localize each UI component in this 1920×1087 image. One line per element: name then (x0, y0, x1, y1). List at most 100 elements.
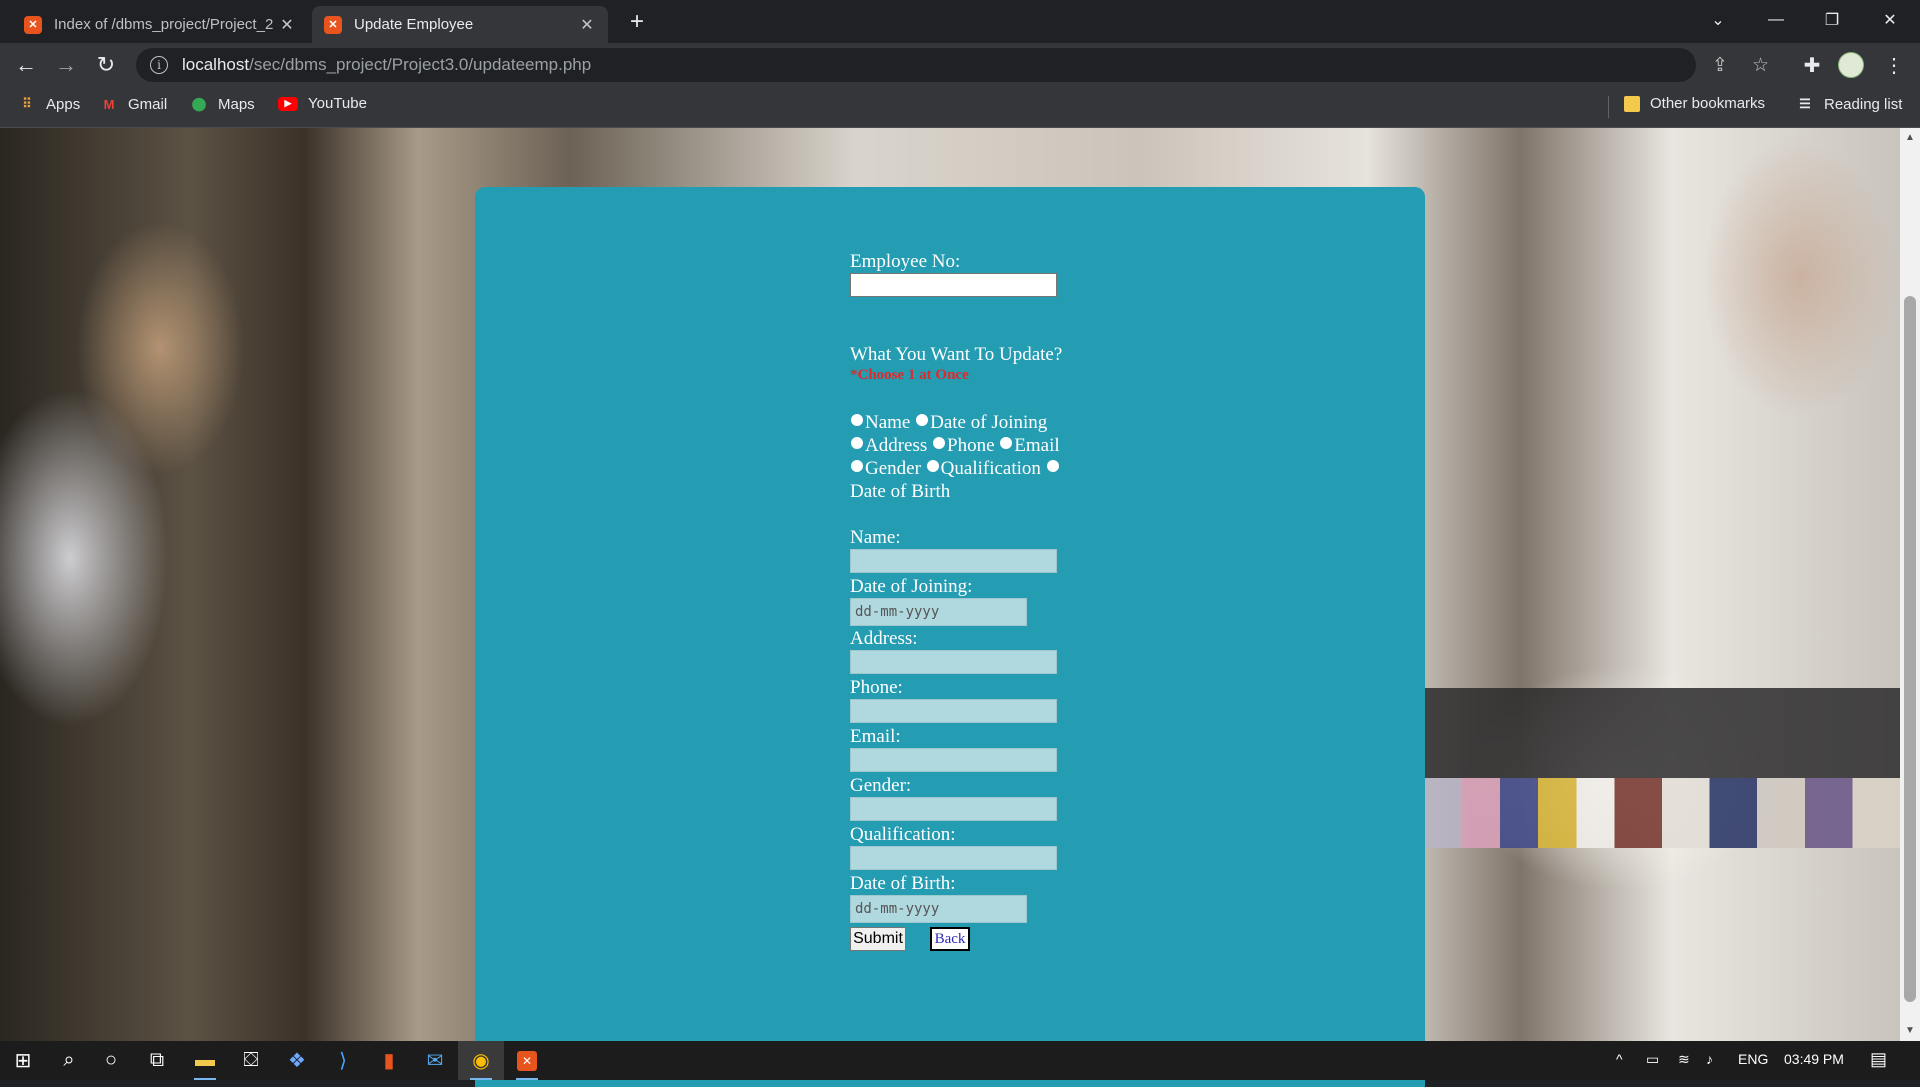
bookmark-label: Gmail (128, 95, 168, 113)
option-label: Gender (865, 458, 921, 479)
maps-icon: ⬤ (191, 96, 207, 111)
bookmark-star-icon[interactable]: ☆ (1752, 54, 1769, 77)
radio-phone[interactable] (933, 437, 946, 449)
office-icon[interactable]: ▮ (366, 1041, 412, 1080)
search-icon[interactable]: ⌕ (46, 1041, 92, 1080)
tray-overflow-icon[interactable]: ^ (1616, 1051, 1623, 1067)
tab-title: Update Employee (354, 16, 474, 33)
name-label: Name: (850, 527, 901, 548)
option-label: Date of Birth (850, 481, 951, 502)
close-tab-icon[interactable]: ✕ (278, 15, 296, 35)
radio-qualification[interactable] (926, 460, 939, 472)
menu-kebab-icon[interactable]: ⋮ (1880, 51, 1908, 79)
dropbox-icon[interactable]: ❖ (274, 1041, 320, 1080)
vscode-icon[interactable]: ⟩ (320, 1041, 366, 1080)
cortana-icon[interactable]: ○ (88, 1041, 134, 1080)
option-label: Date of Joining (930, 412, 1048, 433)
tab-index-project[interactable]: ✕ Index of /dbms_project/Project_2 ✕ (12, 6, 308, 43)
option-label: Phone (947, 435, 995, 456)
profile-avatar[interactable] (1838, 52, 1864, 78)
site-info-icon[interactable]: i (150, 56, 168, 74)
date-of-birth-input[interactable]: dd-mm-yyyy (850, 895, 1027, 923)
page-scrollbar[interactable]: ▲ ▼ (1900, 128, 1920, 1041)
address-input[interactable] (850, 650, 1057, 674)
mail-icon[interactable]: ✉ (412, 1041, 458, 1080)
scroll-down-arrow-icon[interactable]: ▼ (1905, 1025, 1915, 1036)
bookmark-label: YouTube (308, 95, 367, 112)
employee-no-label: Employee No: (850, 251, 961, 272)
volume-icon[interactable]: ♪ (1706, 1051, 1713, 1067)
back-arrow-icon[interactable]: ← (12, 51, 40, 79)
language-indicator[interactable]: ENG (1738, 1051, 1768, 1067)
extensions-puzzle-icon[interactable]: ✚ (1798, 51, 1826, 79)
address-label: Address: (850, 628, 918, 649)
option-label: Qualification (940, 458, 1041, 479)
bookmark-label: Reading list (1824, 95, 1903, 113)
submit-button[interactable]: Submit (850, 927, 906, 951)
update-question: What You Want To Update? (850, 344, 1063, 365)
radio-date-of-birth[interactable] (1046, 460, 1059, 472)
minimize-button[interactable]: — (1748, 0, 1804, 40)
bookmarks-bar: ⠿ Apps M Gmail ⬤ Maps ▶ YouTube Other bo… (0, 86, 1920, 128)
gmail-icon: M (103, 96, 115, 112)
windows-start-icon[interactable]: ⊞ (0, 1041, 46, 1080)
tab-title: Index of /dbms_project/Project_2 (54, 16, 274, 33)
radio-gender[interactable] (851, 460, 863, 472)
date-of-joining-input[interactable]: dd-mm-yyyy (850, 598, 1027, 626)
tab-strip: ✕ Index of /dbms_project/Project_2 ✕ ✕ U… (0, 0, 1920, 43)
background-books (1424, 778, 1900, 848)
back-button[interactable]: Back (930, 927, 970, 951)
task-view-icon[interactable]: ⧉ (134, 1041, 180, 1080)
url-text[interactable]: localhost/sec/dbms_project/Project3.0/up… (182, 55, 591, 75)
apps-grid-icon: ⠿ (22, 96, 32, 111)
wifi-icon[interactable]: ≋ (1678, 1051, 1690, 1068)
reading-list-icon: ☰ (1799, 96, 1811, 111)
gender-input[interactable] (850, 797, 1057, 821)
restore-button[interactable]: ❐ (1804, 0, 1860, 40)
radio-email[interactable] (1000, 437, 1013, 449)
employee-no-input[interactable] (850, 273, 1057, 297)
qualification-label: Qualification: (850, 824, 956, 845)
background-desk (1424, 688, 1900, 778)
xampp-icon: ✕ (324, 15, 342, 34)
tab-search-icon[interactable]: ⌄ (1690, 0, 1746, 40)
close-tab-icon[interactable]: ✕ (578, 15, 596, 35)
youtube-icon: ▶ (278, 96, 298, 111)
browser-toolbar: ← → ↻ i localhost/sec/dbms_project/Proje… (0, 43, 1920, 86)
bookmark-apps[interactable]: ⠿ Apps (18, 95, 80, 113)
windows-taskbar: ⊞ ⌕ ○ ⧉ ▬ ⛋ ❖ ⟩ ▮ ✉ ◉ ✕ ^ ▭ ≋ ♪ ENG 03:4… (0, 1041, 1920, 1080)
forward-arrow-icon[interactable]: → (52, 51, 80, 79)
radio-date-of-joining[interactable] (916, 414, 929, 426)
radio-address[interactable] (851, 437, 863, 449)
store-icon[interactable]: ⛋ (228, 1041, 274, 1080)
address-bar[interactable]: i localhost/sec/dbms_project/Project3.0/… (136, 48, 1769, 82)
choose-one-warning: *Choose 1 at Once (850, 367, 969, 383)
bookmark-label: Other bookmarks (1650, 95, 1766, 112)
phone-input[interactable] (850, 699, 1057, 723)
clock[interactable]: 03:49 PM (1784, 1051, 1844, 1067)
email-input[interactable] (850, 748, 1057, 772)
scroll-up-arrow-icon[interactable]: ▲ (1905, 132, 1915, 143)
bookmark-gmail[interactable]: M Gmail (100, 95, 168, 113)
battery-icon[interactable]: ▭ (1646, 1051, 1659, 1068)
new-tab-button[interactable]: + (622, 8, 652, 36)
gender-label: Gender: (850, 775, 912, 796)
xampp-taskbar-icon[interactable]: ✕ (504, 1041, 550, 1080)
reload-icon[interactable]: ↻ (92, 51, 120, 79)
qualification-input[interactable] (850, 846, 1057, 870)
close-window-button[interactable]: ✕ (1862, 0, 1918, 40)
bookmark-youtube[interactable]: ▶ YouTube (278, 95, 367, 112)
update-options: Name Date of Joining Address Phone Email… (850, 411, 1065, 503)
other-bookmarks[interactable]: Other bookmarks (1624, 95, 1765, 112)
reading-list[interactable]: ☰ Reading list (1796, 95, 1902, 113)
notifications-icon[interactable]: ▤ (1870, 1049, 1887, 1070)
file-explorer-icon[interactable]: ▬ (182, 1041, 228, 1080)
bookmark-maps[interactable]: ⬤ Maps (190, 95, 255, 113)
date-of-birth-label: Date of Birth: (850, 873, 956, 894)
share-icon[interactable]: ⇪ (1712, 54, 1728, 77)
tab-update-employee[interactable]: ✕ Update Employee ✕ (312, 6, 608, 43)
name-input[interactable] (850, 549, 1057, 573)
radio-name[interactable] (851, 414, 863, 426)
scrollbar-thumb[interactable] (1904, 296, 1916, 1002)
chrome-icon[interactable]: ◉ (458, 1041, 504, 1080)
